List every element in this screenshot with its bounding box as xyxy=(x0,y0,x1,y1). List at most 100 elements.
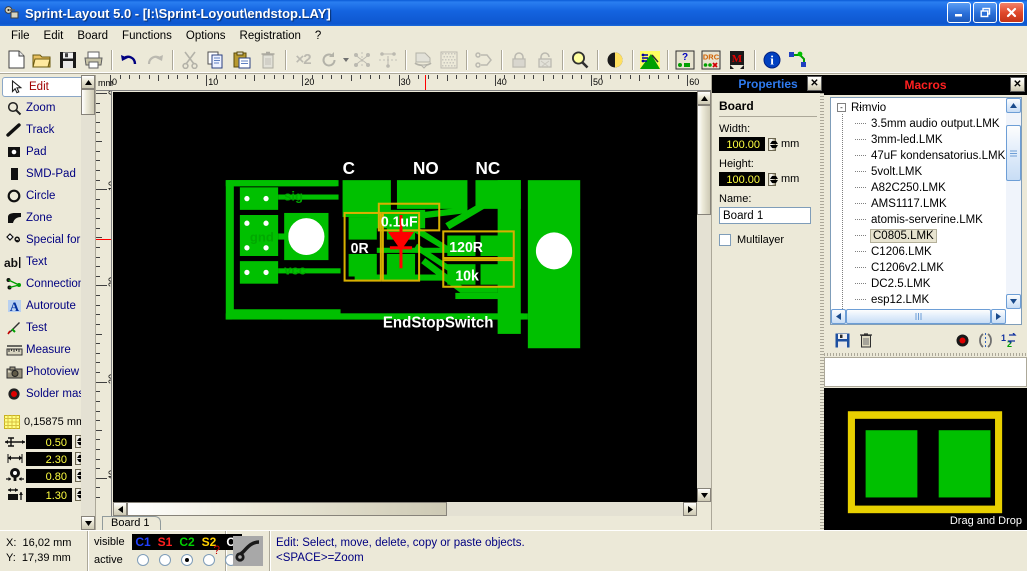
multilayer-row[interactable]: Multilayer xyxy=(719,234,817,246)
menu-item-board[interactable]: Board xyxy=(70,28,115,44)
zoom-magnifier-icon[interactable] xyxy=(567,48,593,72)
macro-item[interactable]: DC2.5.LMK xyxy=(831,276,1021,292)
save-disk-icon[interactable] xyxy=(55,48,81,72)
menu-item-functions[interactable]: Functions xyxy=(115,28,179,44)
canvas-vertical-thumb[interactable] xyxy=(697,105,711,215)
board-name-input[interactable]: Board 1 xyxy=(719,207,811,224)
menu-item-edit[interactable]: Edit xyxy=(37,28,71,44)
macro-item[interactable]: esp12.LMK xyxy=(831,292,1021,308)
info-icon[interactable]: i xyxy=(759,48,785,72)
rotate-order-icon[interactable]: 12 xyxy=(1001,332,1019,349)
visible-label: visible xyxy=(94,536,125,548)
macro-scroll-right-button[interactable] xyxy=(991,309,1006,324)
rotate-dropdown[interactable] xyxy=(342,57,349,62)
pad-outer-value[interactable]: 2.30 xyxy=(26,451,72,466)
macro-tree-root[interactable]: - Rimvio xyxy=(831,100,1021,116)
undo-icon[interactable] xyxy=(116,48,142,72)
save-macro-icon[interactable] xyxy=(830,333,854,348)
mode-indicator[interactable] xyxy=(226,531,270,571)
vertical-ruler[interactable]: 010203040 xyxy=(96,91,112,530)
tab-board-1[interactable]: Board 1 xyxy=(102,516,161,530)
silk-text-0r: 0R xyxy=(351,241,369,257)
layer-radio-c1[interactable] xyxy=(132,553,154,566)
macro-item[interactable]: atomis-serverine.LMK xyxy=(831,212,1021,228)
macro-item[interactable]: C0805.LMK xyxy=(831,228,1021,244)
tool-item-edit[interactable]: Edit xyxy=(2,77,91,97)
macro-scroll-left-button[interactable] xyxy=(831,309,846,324)
contrast-icon[interactable] xyxy=(602,48,628,72)
tool-label: Test xyxy=(26,322,48,334)
tree-collapse-icon[interactable]: - xyxy=(837,103,846,112)
layer-help-label[interactable]: ? xyxy=(213,543,220,557)
track-width-value[interactable]: 0.50 xyxy=(26,434,72,449)
scrollbar-track[interactable] xyxy=(81,75,95,530)
close-button[interactable] xyxy=(999,2,1024,23)
canvas-scroll-down-button[interactable] xyxy=(697,488,711,502)
open-folder-icon[interactable] xyxy=(29,48,55,72)
macro-vertical-thumb[interactable] xyxy=(1006,125,1021,181)
macro-horizontal-thumb[interactable] xyxy=(846,309,991,324)
menu-item-options[interactable]: Options xyxy=(179,28,233,44)
canvas-scroll-right-button[interactable] xyxy=(683,502,697,516)
horizontal-ruler[interactable]: mm 0 10 20 30 40 50 60 xyxy=(96,75,711,91)
svg-text:ab: ab xyxy=(4,256,18,269)
height-value[interactable]: 100.00 xyxy=(719,172,765,186)
canvas-horizontal-thumb[interactable] xyxy=(127,502,447,516)
macro-list-horizontal-scrollbar[interactable] xyxy=(831,309,1006,324)
macro-item-list: 3.5mm audio output.LMK 3mm-led.LMK 47uF ko… xyxy=(831,116,1021,308)
photoview-icon[interactable] xyxy=(637,48,663,72)
menu-item-registration[interactable]: Registration xyxy=(233,28,308,44)
macro-list-vertical-scrollbar[interactable] xyxy=(1006,98,1021,309)
layer-radio-c2[interactable] xyxy=(176,553,198,566)
macro-item[interactable]: 3mm-led.LMK xyxy=(831,132,1021,148)
layer-chip-c1[interactable]: C1 xyxy=(132,535,154,549)
macro-item[interactable]: C1206v2.LMK xyxy=(831,260,1021,276)
layer-chip-c2[interactable]: C2 xyxy=(176,535,198,549)
macro-preview[interactable]: Drag and Drop xyxy=(824,388,1027,530)
height-spinner[interactable] xyxy=(768,172,778,186)
measure-m-icon[interactable]: M xyxy=(724,48,750,72)
canvas-scroll-left-button[interactable] xyxy=(113,502,127,516)
scrollbar-thumb[interactable] xyxy=(81,89,95,115)
copy-icon[interactable] xyxy=(203,48,229,72)
width-spinner[interactable] xyxy=(768,137,778,151)
macro-tree[interactable]: - Rimvio 3.5mm audio output.LMK 3mm-led.L… xyxy=(830,97,1022,325)
macro-scroll-down-button[interactable] xyxy=(1006,294,1021,309)
drc-check-icon[interactable]: DRC xyxy=(698,48,724,72)
restore-button[interactable] xyxy=(973,2,997,23)
multilayer-checkbox[interactable] xyxy=(719,234,731,246)
paste-icon[interactable] xyxy=(229,48,255,72)
solder-mask-icon[interactable] xyxy=(955,333,970,348)
scroll-down-button[interactable] xyxy=(81,516,95,530)
macro-scroll-up-button[interactable] xyxy=(1006,98,1021,113)
autoroute-icon[interactable] xyxy=(785,48,811,72)
test-connections-icon[interactable]: ? xyxy=(672,48,698,72)
pad-drill-value[interactable]: 0.80 xyxy=(26,468,72,483)
close-icon[interactable]: ✕ xyxy=(807,76,822,91)
close-icon[interactable]: ✕ xyxy=(1010,77,1025,92)
sidebar-scrollbar[interactable] xyxy=(81,75,95,530)
canvas-horizontal-scrollbar[interactable] xyxy=(113,502,697,516)
layer-radio-s1[interactable] xyxy=(154,553,176,566)
macro-item[interactable]: AMS1117.LMK xyxy=(831,196,1021,212)
macro-item[interactable]: A82C250.LMK xyxy=(831,180,1021,196)
smd-width-value[interactable]: 1.30 xyxy=(26,487,72,502)
new-file-icon[interactable] xyxy=(3,48,29,72)
layer-chip-s1[interactable]: S1 xyxy=(154,535,176,549)
macro-item[interactable]: C1206.LMK xyxy=(831,244,1021,260)
print-icon[interactable] xyxy=(81,48,107,72)
mirror-macro-icon[interactable] xyxy=(977,332,994,348)
macro-item[interactable]: 47uF kondensatorius.LMK xyxy=(831,148,1021,164)
width-value[interactable]: 100.00 xyxy=(719,137,765,151)
tree-dash xyxy=(855,219,867,220)
pcb-canvas[interactable]: C NO NC 0.1uF 0R 120R 10k EndStopSwitch … xyxy=(113,92,697,502)
canvas-vertical-scrollbar[interactable] xyxy=(697,91,711,502)
macro-item[interactable]: 5volt.LMK xyxy=(831,164,1021,180)
menu-item-help[interactable]: ? xyxy=(308,28,328,44)
delete-macro-icon[interactable] xyxy=(854,332,878,348)
minimize-button[interactable] xyxy=(947,2,971,23)
menu-item-file[interactable]: File xyxy=(4,28,37,44)
macro-item[interactable]: 3.5mm audio output.LMK xyxy=(831,116,1021,132)
scroll-up-button[interactable] xyxy=(81,75,95,89)
canvas-scroll-up-button[interactable] xyxy=(697,91,711,105)
